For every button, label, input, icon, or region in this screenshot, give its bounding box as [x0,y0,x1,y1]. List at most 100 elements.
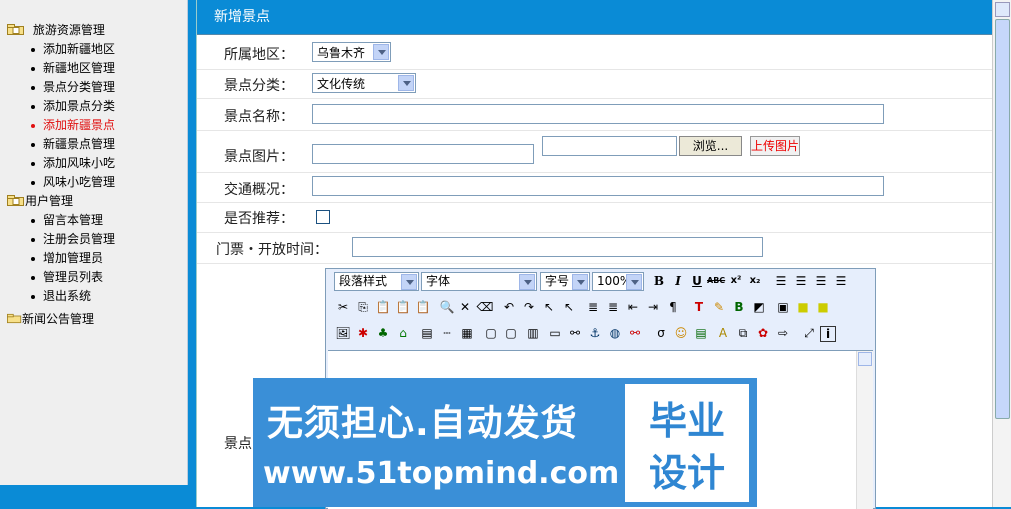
image-path-input[interactable] [312,144,534,164]
bug-icon[interactable]: ✿ [754,324,772,342]
upload-image-button[interactable]: 上传图片 [750,136,800,156]
special-char-icon[interactable]: σ [652,324,670,342]
bold-icon[interactable]: B [650,272,668,290]
zoom-select[interactable]: 100% [592,272,644,291]
yellow-box-icon[interactable]: ■ [794,298,812,316]
page-icon[interactable]: ▢ [502,324,520,342]
superscript-icon[interactable]: x² [727,272,745,290]
paste-word-icon[interactable]: 📋 [414,298,432,316]
folder-icon [7,313,22,324]
font-select[interactable]: 字体 [421,272,537,291]
page-scrollbar[interactable] [992,0,1011,507]
table-border-icon[interactable]: ◩ [750,298,768,316]
fullscreen-icon[interactable]: ⤢ [800,324,818,342]
paste-text-icon[interactable]: 📋 [394,298,412,316]
doc-icon[interactable]: ▢ [482,324,500,342]
table-icon[interactable]: ▦ [458,324,476,342]
chart-icon[interactable]: ▤ [692,324,710,342]
emoticon-icon[interactable]: ☺ [672,324,690,342]
scroll-up-icon[interactable] [858,352,872,366]
traffic-input[interactable] [312,176,884,196]
nav-item-add-spot[interactable]: 添加新疆景点 [0,116,187,135]
align-left-icon[interactable]: ☰ [772,272,790,290]
form-row-category: 景点分类： 文化传统 [197,70,993,99]
text-color-icon[interactable]: T [690,298,708,316]
indent-icon[interactable]: ⇥ [644,298,662,316]
nav-group-tourism[interactable]: 旅游资源管理 [0,21,187,40]
separator-icon[interactable]: ▥ [524,324,542,342]
form-icon[interactable]: ▤ [418,324,436,342]
abc-icon[interactable]: A [714,324,732,342]
flash-icon[interactable]: ✱ [354,324,372,342]
region-select[interactable]: 乌鲁木齐 [312,42,391,62]
nav-item-category-manage[interactable]: 景点分类管理 [0,78,187,97]
box-icon[interactable]: ▣ [774,298,792,316]
align-right-icon[interactable]: ☰ [812,272,830,290]
info-icon[interactable]: i [820,326,836,342]
folder-icon [7,24,24,35]
line-icon[interactable]: ┄ [438,324,456,342]
eraser-icon[interactable]: ⌫ [476,298,494,316]
background-color-icon[interactable]: B [730,298,748,316]
nav-group-user[interactable]: 用户管理 [0,192,187,211]
home-icon[interactable]: ⌂ [394,324,412,342]
scrollbar-thumb[interactable] [995,19,1010,419]
category-select[interactable]: 文化传统 [312,73,416,93]
select-icon[interactable]: ↖ [540,298,558,316]
pointer-icon[interactable]: ↖ [560,298,578,316]
recommend-checkbox[interactable] [316,210,330,224]
nav-item-add-admin[interactable]: 增加管理员 [0,249,187,268]
outdent-icon[interactable]: ⇤ [624,298,642,316]
nav-item-add-region[interactable]: 添加新疆地区 [0,40,187,59]
font-size-select[interactable]: 字号 [540,272,590,291]
editor-scrollbar[interactable] [856,351,873,509]
spot-name-input[interactable] [312,104,884,124]
nav-item-logout[interactable]: 退出系统 [0,287,187,306]
scroll-up-icon[interactable] [995,2,1010,17]
nav-item-spot-manage[interactable]: 新疆景点管理 [0,135,187,154]
bullet-icon [31,143,35,147]
anchor-icon[interactable]: ⚓ [586,324,604,342]
align-justify-icon[interactable]: ☰ [832,272,850,290]
ordered-list-icon[interactable]: ≣ [584,298,602,316]
link-icon[interactable]: ⚯ [566,324,584,342]
nav-item-add-snack[interactable]: 添加风味小吃 [0,154,187,173]
italic-icon[interactable]: I [669,272,687,290]
copy-icon[interactable]: ⎘ [354,298,372,316]
nav-item-region-manage[interactable]: 新疆地区管理 [0,59,187,78]
align-center-icon[interactable]: ☰ [792,272,810,290]
globe-icon[interactable]: ◍ [606,324,624,342]
bullet-icon [31,105,35,109]
delete-icon[interactable]: ✕ [456,298,474,316]
cut-icon[interactable]: ✂ [334,298,352,316]
nav-item-add-category[interactable]: 添加景点分类 [0,97,187,116]
paste-icon[interactable]: 📋 [374,298,392,316]
image-icon[interactable]: 🖼 [334,324,352,342]
ticket-input[interactable] [352,237,763,257]
yellow-box2-icon[interactable]: ■ [814,298,832,316]
highlight-icon[interactable]: ✎ [710,298,728,316]
nav-item-members[interactable]: 注册会员管理 [0,230,187,249]
browse-button[interactable]: 浏览... [679,136,742,156]
underline-icon[interactable]: U [688,272,706,290]
nav-item-admin-list[interactable]: 管理员列表 [0,268,187,287]
nav-item-snack-manage[interactable]: 风味小吃管理 [0,173,187,192]
undo-icon[interactable]: ↶ [500,298,518,316]
file-input[interactable] [542,136,677,156]
unlink-icon[interactable]: ⚯ [626,324,644,342]
bullet-icon [31,295,35,299]
find-icon[interactable]: 🔍 [438,298,456,316]
nav-item-guestbook[interactable]: 留言本管理 [0,211,187,230]
redo-icon[interactable]: ↷ [520,298,538,316]
subscript-icon[interactable]: x₂ [746,272,764,290]
paragraph-icon[interactable]: ¶ [664,298,682,316]
nav-group-news[interactable]: 新闻公告管理 [0,310,187,329]
export-icon[interactable]: ⇨ [774,324,792,342]
strikethrough-icon[interactable]: ABC [707,272,725,290]
copy-format-icon[interactable]: ⧉ [734,324,752,342]
paragraph-style-select[interactable]: 段落样式 [334,272,419,291]
media-icon[interactable]: ♣ [374,324,392,342]
button-icon[interactable]: ▭ [546,324,564,342]
unordered-list-icon[interactable]: ≣ [604,298,622,316]
bullet-icon [31,124,35,128]
